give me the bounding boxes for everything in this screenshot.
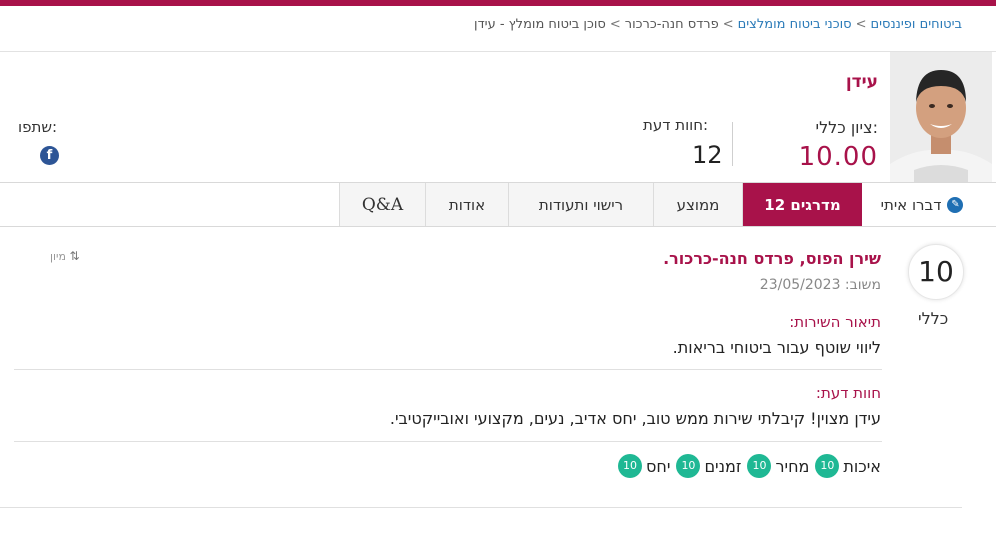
review-score-circle: 10 xyxy=(908,244,964,300)
breadcrumb-current: סוכן ביטוח מומלץ - עידן xyxy=(474,17,606,32)
rating-label: יחס xyxy=(646,456,671,476)
tab-qa[interactable]: Q&A xyxy=(339,183,425,226)
tabs-bottom-border xyxy=(0,226,996,227)
rating-timing: זמנים 10 xyxy=(676,454,741,478)
review-divider xyxy=(14,369,882,370)
sort-button[interactable]: מיון ⇅ xyxy=(50,249,80,263)
tab-about[interactable]: אודות xyxy=(425,183,508,226)
rating-label: זמנים xyxy=(704,456,742,476)
review-end-divider xyxy=(0,507,962,508)
header-divider xyxy=(0,51,996,52)
rating-attitude: יחס 10 xyxy=(618,454,670,478)
pencil-icon: ✎ xyxy=(947,196,964,213)
facebook-icon[interactable]: f xyxy=(40,146,59,165)
agent-photo xyxy=(890,52,992,182)
rating-badge: 10 xyxy=(815,454,840,478)
rating-label: מחיר xyxy=(775,456,810,476)
rating-badge: 10 xyxy=(618,454,643,478)
reviews-label: חוות דעת: xyxy=(643,116,709,134)
rating-label: איכות xyxy=(843,456,881,476)
rating-breakdown: איכות 10 מחיר 10 זמנים 10 יחס 10 xyxy=(616,454,881,478)
rating-quality: איכות 10 xyxy=(815,454,881,478)
reviewer-name: שירן הפוס, פרדס חנה-כרכור. xyxy=(663,249,881,268)
sort-arrows-icon: ⇅ xyxy=(69,249,80,263)
review-date: משוב: 23/05/2023 xyxy=(759,277,881,293)
review-divider xyxy=(14,441,882,442)
agent-name: עידן xyxy=(845,72,878,92)
overall-score-value: 10.00 xyxy=(798,142,878,172)
tab-licenses[interactable]: רישוי ותעודות xyxy=(508,183,653,226)
review-score-caption: כללי xyxy=(918,309,949,328)
rating-price: מחיר 10 xyxy=(747,454,809,478)
opinion-title: חוות דעת: xyxy=(815,384,881,402)
breadcrumb-recommended-agents[interactable]: סוכני ביטוח מומלצים xyxy=(738,17,852,32)
tab-talk-label: דברו איתי xyxy=(880,195,942,214)
tab-raters[interactable]: 12 מדרגים xyxy=(742,183,862,226)
sort-label: מיון xyxy=(50,250,66,263)
breadcrumb-separator: > xyxy=(609,17,621,32)
tab-talk-to-me[interactable]: דברו איתי ✎ xyxy=(862,183,982,226)
rating-badge: 10 xyxy=(747,454,772,478)
service-title: תיאור השירות: xyxy=(789,313,881,331)
opinion-text: עידן מצוין! קיבלתי שירות ממש טוב, יחס אד… xyxy=(389,409,881,428)
share-label: שתפו: xyxy=(18,118,58,136)
breadcrumb: ביטוחים ופיננסים>סוכני ביטוח מומלצים>פרד… xyxy=(474,17,962,32)
breadcrumb-city: פרדס חנה-כרכור xyxy=(624,17,719,32)
tab-average[interactable]: ממוצע xyxy=(653,183,742,226)
rating-badge: 10 xyxy=(676,454,701,478)
reviews-count: 12 xyxy=(692,141,723,169)
top-accent-bar xyxy=(0,0,996,6)
service-text: ליווי שוטף עבור ביטוחי בריאות. xyxy=(672,338,881,357)
breadcrumb-separator: > xyxy=(855,17,867,32)
overall-score-label: ציון כללי: xyxy=(815,118,879,137)
stats-divider xyxy=(732,122,733,166)
breadcrumb-insurance-finance[interactable]: ביטוחים ופיננסים xyxy=(870,17,962,32)
breadcrumb-separator: > xyxy=(722,17,734,32)
